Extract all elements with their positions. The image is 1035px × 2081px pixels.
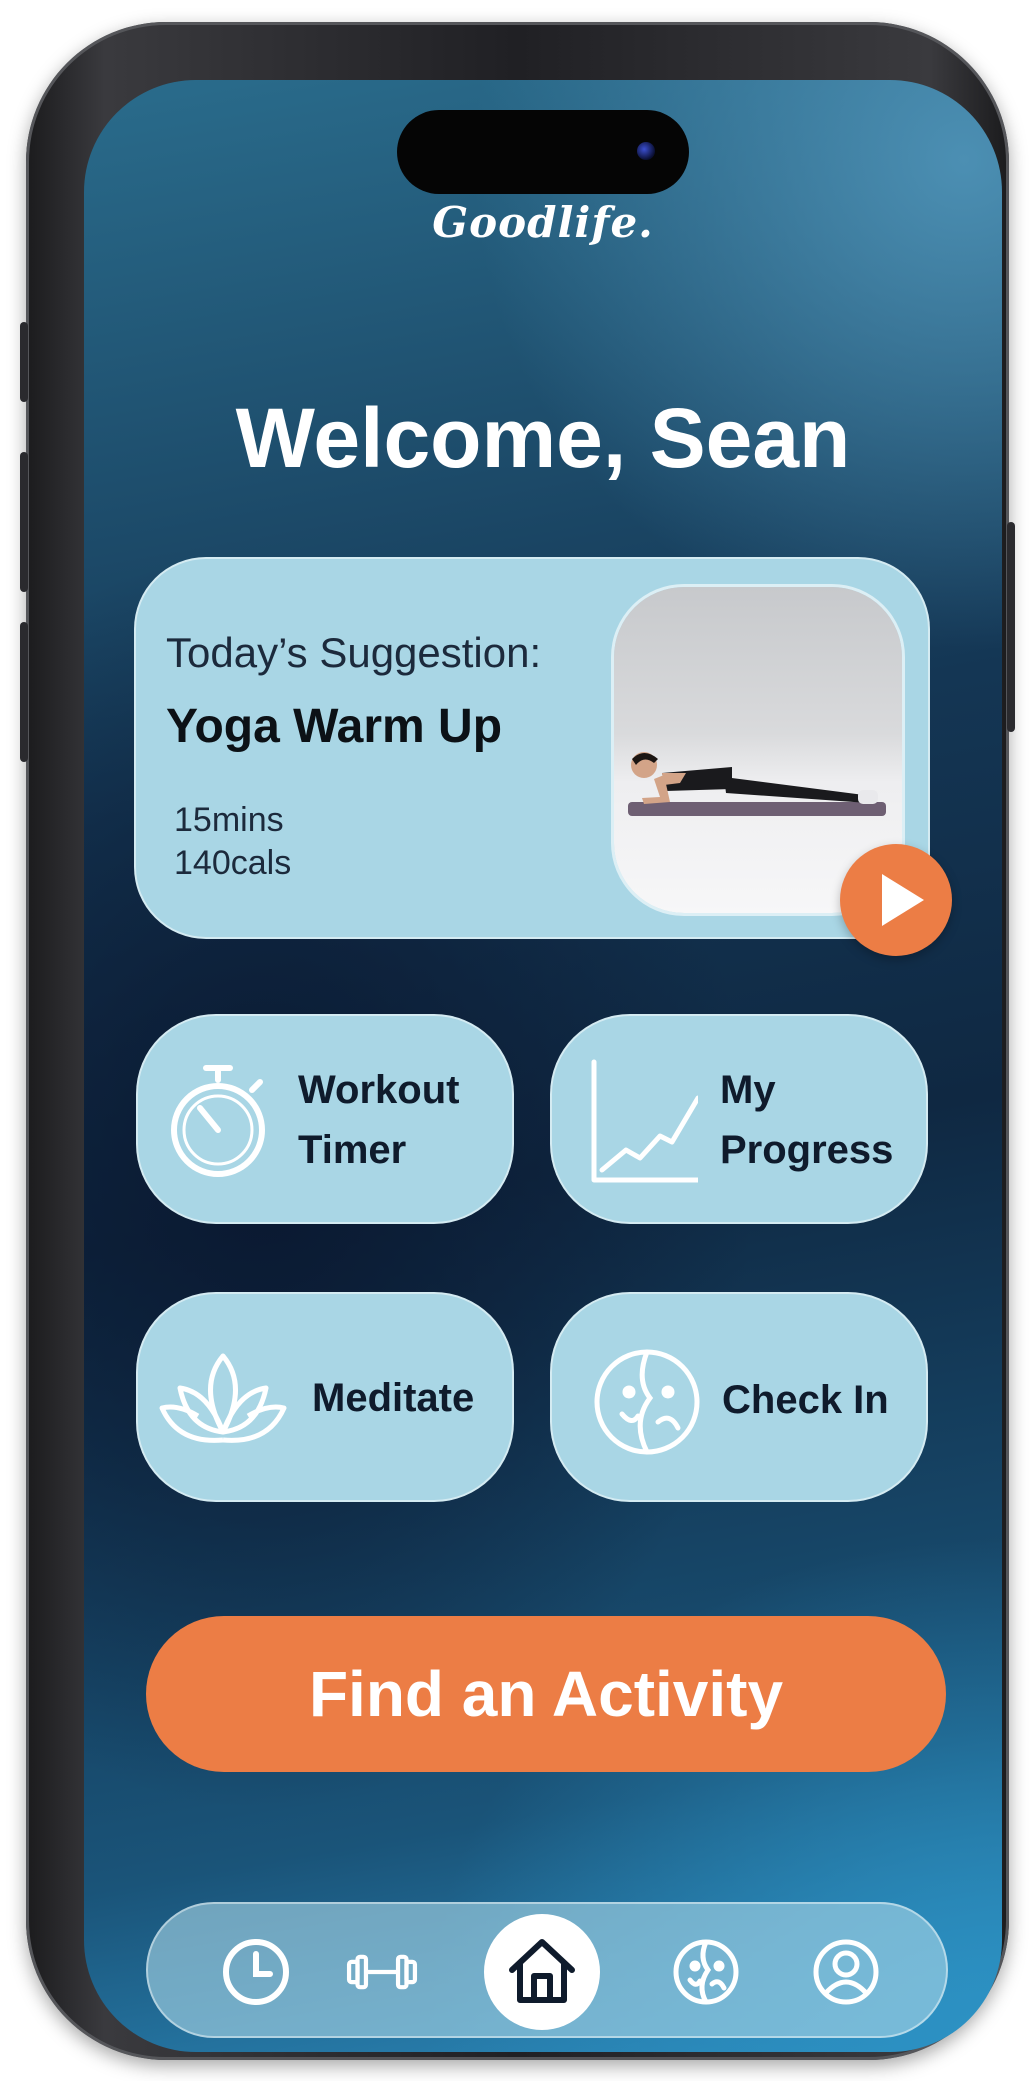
find-activity-button[interactable]: Find an Activity xyxy=(146,1616,946,1772)
dynamic-island xyxy=(397,110,689,194)
action-button xyxy=(20,322,28,402)
line-chart-icon xyxy=(591,1059,698,1183)
mood-face-icon xyxy=(594,1349,700,1455)
suggestion-calories: 140cals xyxy=(174,844,292,882)
suggestion-label: Today’s Suggestion: xyxy=(166,629,542,676)
workout-timer-line1: Workout xyxy=(298,1068,460,1112)
workout-timer-tile[interactable]: Workout Timer xyxy=(136,1014,514,1224)
screen: Goodlife. Welcome, Sean Today’s Suggesti… xyxy=(84,80,1002,2052)
suggestion-duration: 15mins xyxy=(174,801,284,839)
meditate-label: Meditate xyxy=(312,1376,475,1420)
check-in-tile[interactable]: Check In xyxy=(550,1292,928,1502)
mood-face-icon[interactable] xyxy=(668,1934,744,2010)
lotus-icon xyxy=(159,1353,287,1443)
home-icon xyxy=(509,1939,575,2003)
dumbbell-icon[interactable] xyxy=(344,1934,420,2010)
bottom-nav xyxy=(146,1902,948,2038)
my-progress-line2: Progress xyxy=(720,1128,894,1172)
phone-frame: Goodlife. Welcome, Sean Today’s Suggesti… xyxy=(20,22,1015,2060)
stopwatch-icon xyxy=(171,1065,265,1177)
camera-lens xyxy=(637,142,655,160)
check-in-label: Check In xyxy=(722,1378,889,1422)
app-logo: Goodlife. xyxy=(432,198,654,247)
suggestion-card[interactable]: Today’s Suggestion: Yoga Warm Up 15mins … xyxy=(134,557,930,939)
suggestion-title: Yoga Warm Up xyxy=(166,700,503,753)
my-progress-label: My Progress xyxy=(720,1060,893,1180)
home-nav-button[interactable] xyxy=(484,1914,600,2030)
my-progress-line1: My xyxy=(720,1068,776,1112)
power-button xyxy=(1007,522,1015,732)
workout-timer-label: Workout Timer xyxy=(298,1060,459,1180)
profile-icon[interactable] xyxy=(808,1934,884,2010)
volume-down-button xyxy=(20,622,28,762)
clock-icon[interactable] xyxy=(218,1934,294,2010)
my-progress-tile[interactable]: My Progress xyxy=(550,1014,928,1224)
play-icon xyxy=(882,874,924,926)
play-button[interactable] xyxy=(840,844,952,956)
welcome-heading: Welcome, Sean xyxy=(235,391,851,485)
workout-timer-line2: Timer xyxy=(298,1128,407,1172)
volume-up-button xyxy=(20,452,28,592)
meditate-tile[interactable]: Meditate xyxy=(136,1292,514,1502)
